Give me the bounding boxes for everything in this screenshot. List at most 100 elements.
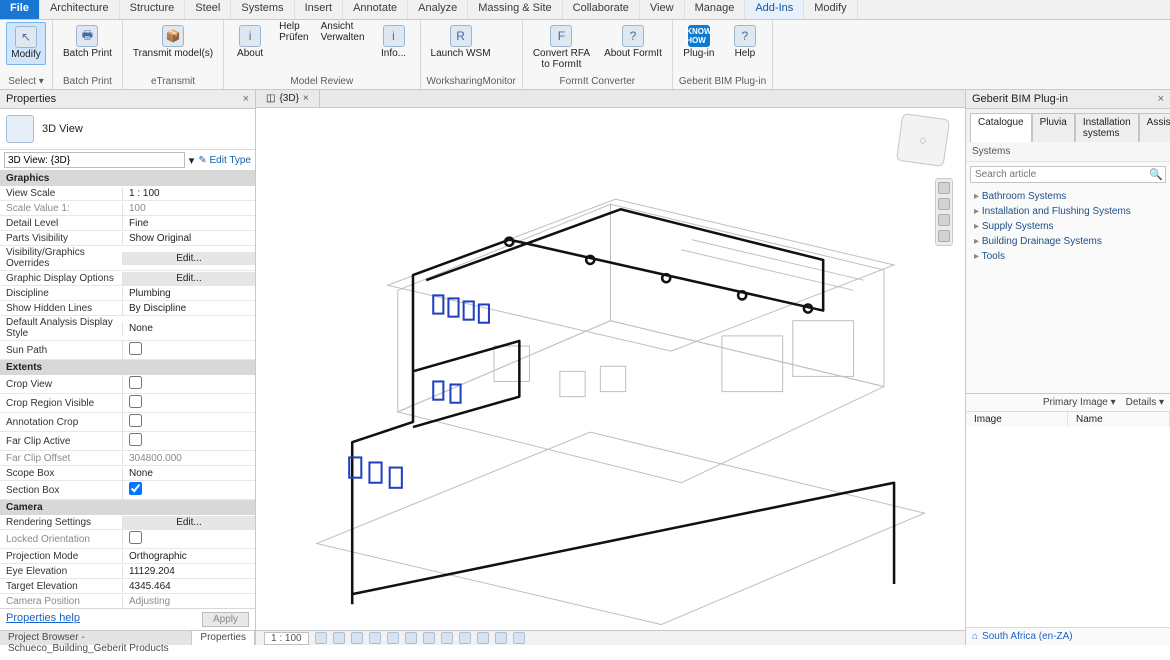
- prop-value[interactable]: 11129.204: [122, 565, 255, 578]
- properties-tab[interactable]: Properties: [192, 631, 255, 645]
- transmit-button[interactable]: 📦 Transmit model(s): [129, 22, 217, 63]
- project-browser-tab[interactable]: Project Browser - Schueco_Building_Geber…: [0, 631, 192, 645]
- prop-value[interactable]: Adjusting: [122, 595, 255, 608]
- tab-modify[interactable]: Modify: [804, 0, 857, 19]
- locale-label[interactable]: South Africa (en-ZA): [982, 631, 1073, 642]
- tab-structure[interactable]: Structure: [120, 0, 186, 19]
- prop-value[interactable]: By Discipline: [122, 302, 255, 315]
- status-icon[interactable]: [369, 632, 381, 644]
- tab-view[interactable]: View: [640, 0, 685, 19]
- mr-ansicht-button[interactable]: Ansicht: [318, 22, 368, 33]
- status-icon[interactable]: [405, 632, 417, 644]
- mr-info-button[interactable]: iInfo...: [374, 22, 414, 63]
- tab-collaborate[interactable]: Collaborate: [563, 0, 640, 19]
- geberit-plugin-button[interactable]: KNOWHOWPlug-in: [679, 22, 719, 63]
- tab-massing[interactable]: Massing & Site: [468, 0, 562, 19]
- status-icon[interactable]: [513, 632, 525, 644]
- tab-addins[interactable]: Add-Ins: [745, 0, 804, 19]
- tab-file[interactable]: File: [0, 0, 40, 19]
- prop-value[interactable]: [122, 394, 255, 412]
- apply-button[interactable]: Apply: [202, 612, 249, 627]
- prop-value[interactable]: 100: [122, 202, 255, 215]
- about-formit-button[interactable]: ?About FormIt: [600, 22, 666, 63]
- prop-key: Section Box: [0, 484, 122, 497]
- plugin-tab-installation[interactable]: Installation systems: [1075, 113, 1139, 142]
- prop-value[interactable]: [122, 341, 255, 359]
- prop-value[interactable]: [122, 375, 255, 393]
- tab-annotate[interactable]: Annotate: [343, 0, 408, 19]
- prop-value[interactable]: Plumbing: [122, 287, 255, 300]
- mr-help-button[interactable]: Help: [276, 22, 311, 33]
- plugin-category-item[interactable]: Building Drainage Systems: [966, 234, 1170, 249]
- status-icon[interactable]: [477, 632, 489, 644]
- prop-checkbox[interactable]: [129, 531, 142, 544]
- prop-checkbox[interactable]: [129, 342, 142, 355]
- prop-edit-button[interactable]: Edit...: [122, 516, 255, 529]
- mr-prufen-button[interactable]: Prüfen: [276, 33, 311, 44]
- view-tab-3d[interactable]: ◫ {3D} ×: [256, 90, 320, 107]
- convert-rfa-button[interactable]: FConvert RFA to FormIt: [529, 22, 594, 73]
- tab-architecture[interactable]: Architecture: [40, 0, 120, 19]
- modify-button[interactable]: ↖ Modify: [6, 22, 46, 65]
- mr-verwalten-button[interactable]: Verwalten: [318, 33, 368, 44]
- prop-value[interactable]: Fine: [122, 217, 255, 230]
- plugin-search-input[interactable]: [971, 167, 1147, 182]
- model-canvas[interactable]: ◇: [256, 108, 965, 630]
- geberit-help-button[interactable]: ?Help: [725, 22, 765, 63]
- prop-checkbox[interactable]: [129, 395, 142, 408]
- tab-steel[interactable]: Steel: [185, 0, 231, 19]
- prop-value[interactable]: Show Original: [122, 232, 255, 245]
- details-dropdown[interactable]: Details ▾: [1126, 397, 1164, 408]
- properties-help-link[interactable]: Properties help: [6, 612, 80, 627]
- prop-section: Extents: [0, 360, 255, 375]
- plugin-category-item[interactable]: Tools: [966, 249, 1170, 264]
- wsm-icon: R: [450, 25, 472, 47]
- prop-value[interactable]: [122, 481, 255, 499]
- tab-manage[interactable]: Manage: [685, 0, 746, 19]
- prop-edit-button[interactable]: Edit...: [122, 252, 255, 265]
- prop-value[interactable]: [122, 530, 255, 548]
- plugin-category-item[interactable]: Bathroom Systems: [966, 189, 1170, 204]
- prop-value[interactable]: [122, 432, 255, 450]
- prop-checkbox[interactable]: [129, 414, 142, 427]
- edit-type-button[interactable]: ✎ Edit Type: [198, 155, 251, 166]
- prop-value[interactable]: 304800.000: [122, 452, 255, 465]
- tab-insert[interactable]: Insert: [295, 0, 344, 19]
- status-icon[interactable]: [351, 632, 363, 644]
- tab-systems[interactable]: Systems: [231, 0, 294, 19]
- status-icon[interactable]: [333, 632, 345, 644]
- plugin-tab-pluvia[interactable]: Pluvia: [1032, 113, 1075, 142]
- search-icon[interactable]: 🔍: [1147, 167, 1165, 182]
- properties-close-icon[interactable]: ×: [243, 93, 249, 105]
- mr-about-button[interactable]: iAbout: [230, 22, 270, 63]
- view-selector-input[interactable]: [4, 152, 185, 168]
- launch-wsm-button[interactable]: RLaunch WSM: [427, 22, 495, 63]
- prop-value[interactable]: [122, 413, 255, 431]
- prop-edit-button[interactable]: Edit...: [122, 272, 255, 285]
- status-icon[interactable]: [441, 632, 453, 644]
- close-view-icon[interactable]: ×: [303, 93, 309, 104]
- status-icon[interactable]: [315, 632, 327, 644]
- prop-checkbox[interactable]: [129, 482, 142, 495]
- prop-value[interactable]: Orthographic: [122, 550, 255, 563]
- prop-checkbox[interactable]: [129, 433, 142, 446]
- prop-value[interactable]: 4345.464: [122, 580, 255, 593]
- prop-value[interactable]: None: [122, 467, 255, 480]
- status-icon[interactable]: [495, 632, 507, 644]
- plugin-tab-catalogue[interactable]: Catalogue: [970, 113, 1032, 142]
- geberit-plugin-panel: Geberit BIM Plug-in × Catalogue Pluvia I…: [965, 90, 1170, 645]
- plugin-close-icon[interactable]: ×: [1158, 93, 1164, 105]
- status-icon[interactable]: [423, 632, 435, 644]
- prop-checkbox[interactable]: [129, 376, 142, 389]
- status-icon[interactable]: [387, 632, 399, 644]
- status-icon[interactable]: [459, 632, 471, 644]
- prop-value[interactable]: 1 : 100: [122, 187, 255, 200]
- batch-print-button[interactable]: 🖶 Batch Print: [59, 22, 116, 63]
- view-scale[interactable]: 1 : 100: [264, 632, 309, 645]
- tab-analyze[interactable]: Analyze: [408, 0, 468, 19]
- prop-value[interactable]: None: [122, 322, 255, 335]
- plugin-category-item[interactable]: Installation and Flushing Systems: [966, 204, 1170, 219]
- plugin-category-item[interactable]: Supply Systems: [966, 219, 1170, 234]
- primary-image-dropdown[interactable]: Primary Image ▾: [1043, 397, 1116, 408]
- plugin-tab-assistants[interactable]: Assistants: [1139, 113, 1170, 142]
